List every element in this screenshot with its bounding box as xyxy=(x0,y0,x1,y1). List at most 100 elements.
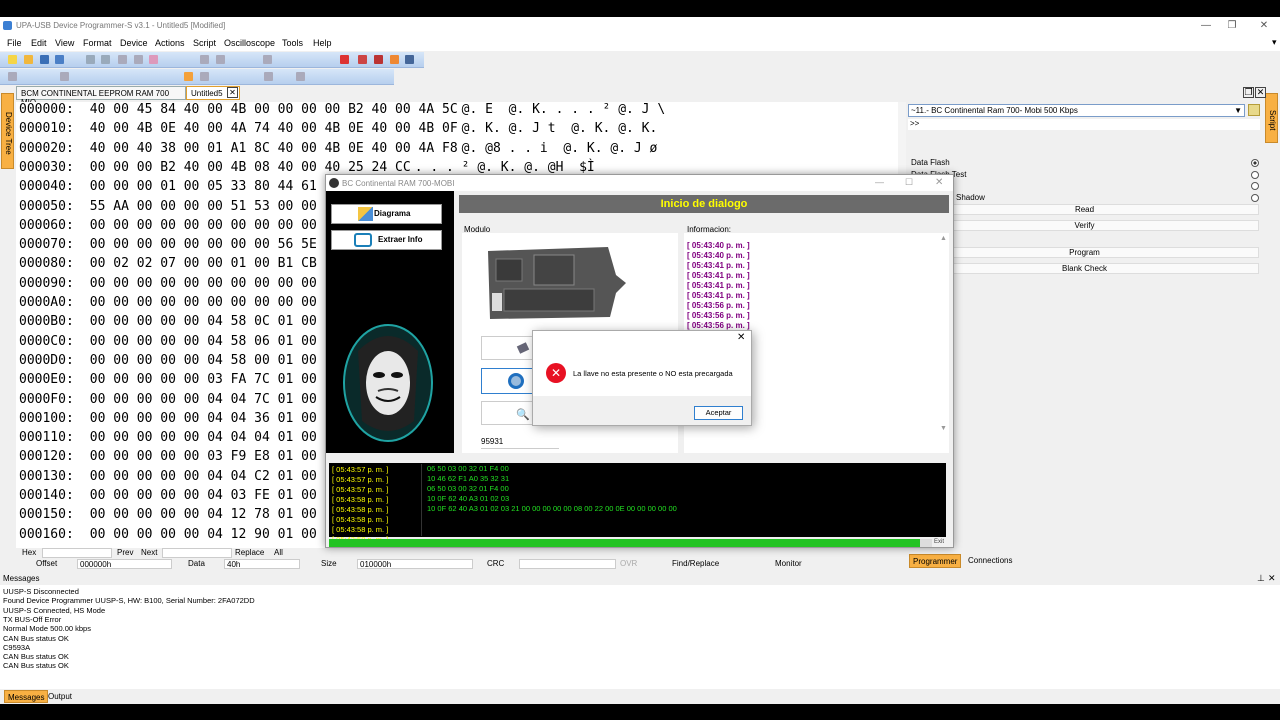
blank-check-button[interactable]: Blank Check xyxy=(910,263,1259,274)
hex-bytes[interactable]: 00 00 00 01 00 05 33 80 44 61 4 xyxy=(90,179,333,194)
cut-icon[interactable] xyxy=(134,55,143,64)
stop-icon[interactable] xyxy=(264,72,273,81)
find-next-icon[interactable] xyxy=(216,55,225,64)
find-next-button[interactable]: Next xyxy=(141,548,157,557)
messages-close-icon[interactable]: ✕ xyxy=(1268,573,1276,584)
hex-bytes[interactable]: 00 00 00 00 00 04 58 0C 01 00 0 xyxy=(90,314,333,329)
hex-bytes[interactable]: 00 02 02 07 00 00 01 00 B1 CB 0 xyxy=(90,256,333,271)
open-icon[interactable] xyxy=(24,55,33,64)
minimize-icon[interactable]: — xyxy=(1199,20,1213,31)
find-icon[interactable] xyxy=(200,55,209,64)
menu-file[interactable]: File xyxy=(7,38,22,48)
hex-bytes[interactable]: 00 00 00 00 00 04 04 C2 01 00 0 xyxy=(90,469,333,484)
hex-row[interactable]: 000150: 00 00 00 00 00 04 12 78 01 00 0 xyxy=(19,507,336,526)
monitor-icon[interactable] xyxy=(405,55,414,64)
tab-output[interactable]: Output xyxy=(48,692,72,701)
alert-close-icon[interactable]: ✕ xyxy=(737,332,745,343)
hex-bytes[interactable]: 00 00 00 B2 40 00 4B 08 40 00 40 25 24 C… xyxy=(90,160,411,175)
memory-option-radio[interactable] xyxy=(1251,170,1259,179)
hex-row[interactable]: 000130: 00 00 00 00 00 04 04 C2 01 00 0 xyxy=(19,469,336,488)
memory-option-radio[interactable] xyxy=(1251,193,1259,202)
hex-row[interactable]: 000070: 00 00 00 00 00 00 00 00 56 5E 3 xyxy=(19,237,336,256)
close-icon[interactable]: ✕ xyxy=(1257,20,1271,31)
read-button[interactable]: Read xyxy=(910,204,1259,215)
hex-bytes[interactable]: 00 00 00 00 00 04 04 04 01 00 0 xyxy=(90,430,333,445)
hex-bytes[interactable]: 00 00 00 00 00 04 58 00 01 00 0 xyxy=(90,353,333,368)
hex-bytes[interactable]: 00 00 00 00 00 04 58 06 01 00 0 xyxy=(90,334,333,349)
hex-bytes[interactable]: 00 00 00 00 00 04 12 78 01 00 0 xyxy=(90,507,333,522)
new-icon[interactable] xyxy=(8,55,17,64)
hex-row[interactable]: 000090: 00 00 00 00 00 00 00 00 00 00 0 xyxy=(19,276,336,295)
nav-icon[interactable] xyxy=(60,72,69,81)
menu-view[interactable]: View xyxy=(55,38,74,48)
hex-row[interactable]: 0000A0: 00 00 00 00 00 00 00 00 00 00 0 xyxy=(19,295,336,314)
redo-icon[interactable] xyxy=(101,55,110,64)
hex-row[interactable]: 000050: 55 AA 00 00 00 00 51 53 00 00 0 xyxy=(19,199,336,218)
menu-format[interactable]: Format xyxy=(83,38,112,48)
hex-row[interactable]: 000020: 40 00 40 38 00 01 A1 8C 40 00 4B … xyxy=(19,141,657,160)
aceptar-button[interactable]: Aceptar xyxy=(694,406,743,420)
hex-bytes[interactable]: 00 00 00 00 00 00 00 00 00 00 0 xyxy=(90,295,333,310)
hex-bytes[interactable]: 40 00 4B 0E 40 00 4A 74 40 00 4B 0E 40 0… xyxy=(90,121,458,136)
hex-ascii[interactable]: @. E @. K. . . . ² @. J \ xyxy=(462,102,666,117)
menu-script[interactable]: Script xyxy=(193,38,216,48)
menu-help[interactable]: Help xyxy=(313,38,332,48)
hex-row[interactable]: 0000D0: 00 00 00 00 00 04 58 00 01 00 0 xyxy=(19,353,336,372)
dialog-minimize-icon[interactable]: — xyxy=(875,177,884,187)
save-all-icon[interactable] xyxy=(55,55,64,64)
device-select[interactable]: ~11.- BC Continental Ram 700- Mobi 500 K… xyxy=(908,104,1245,117)
hex-ascii[interactable]: . . . ² @. K. @. @H $Ì xyxy=(415,160,595,175)
hex-row[interactable]: 000120: 00 00 00 00 00 03 F9 E8 01 00 0 xyxy=(19,449,336,468)
hex-row[interactable]: 000000: 40 00 45 84 40 00 4B 00 00 00 00 … xyxy=(19,102,665,121)
memory-option-radio[interactable] xyxy=(1251,159,1259,167)
menu-oscilloscope[interactable]: Oscilloscope xyxy=(224,38,275,48)
tab-bcm-continental[interactable]: BCM CONTINENTAL EEPROM RAM 700 MIO xyxy=(16,86,186,107)
bookmark-icon[interactable] xyxy=(263,55,272,64)
program-button[interactable]: Program xyxy=(910,247,1259,258)
device-icon[interactable] xyxy=(340,55,349,64)
hex-row[interactable]: 0000C0: 00 00 00 00 00 04 58 06 01 00 0 xyxy=(19,334,336,353)
script-icon[interactable] xyxy=(390,55,399,64)
dialog-maximize-icon[interactable]: ☐ xyxy=(905,177,913,188)
verify-button[interactable]: Verify xyxy=(910,220,1259,231)
panel-close-icon[interactable]: ✕ xyxy=(1255,87,1266,98)
tab-connections[interactable]: Connections xyxy=(968,556,1012,565)
script-prompt[interactable]: >> xyxy=(908,119,1260,130)
device-browse-icon[interactable] xyxy=(1248,104,1260,116)
replace-button[interactable]: Replace xyxy=(235,548,264,557)
hex-ascii[interactable]: @. K. @. J t @. K. @. K. xyxy=(462,121,658,136)
chevron-down-icon[interactable]: ▼ xyxy=(1234,105,1242,117)
hex-row[interactable]: 0000B0: 00 00 00 00 00 04 58 0C 01 00 0 xyxy=(19,314,336,333)
menu-edit[interactable]: Edit xyxy=(31,38,47,48)
chip-icon[interactable] xyxy=(358,55,367,64)
tab-messages[interactable]: Messages xyxy=(4,690,49,703)
code-field[interactable]: 95931 xyxy=(481,437,559,449)
diagrama-button[interactable]: Diagrama xyxy=(331,204,442,224)
zoom-icon[interactable] xyxy=(200,72,209,81)
grid-icon[interactable] xyxy=(296,72,305,81)
extraer-info-button[interactable]: Extraer Info xyxy=(331,230,442,250)
pin-icon[interactable]: ▾ xyxy=(1272,37,1277,48)
bug-icon[interactable] xyxy=(374,55,383,64)
info-scroll-up-icon[interactable]: ▲ xyxy=(940,235,947,242)
hex-bytes[interactable]: 40 00 40 38 00 01 A1 8C 40 00 4B 0E 40 0… xyxy=(90,141,458,156)
menu-actions[interactable]: Actions xyxy=(155,38,185,48)
messages-pin-icon[interactable]: ⊥ xyxy=(1257,573,1265,584)
hex-row[interactable]: 0000E0: 00 00 00 00 00 03 FA 7C 01 00 0 xyxy=(19,372,336,391)
copy-icon[interactable] xyxy=(118,55,127,64)
tab-close-icon[interactable]: ✕ xyxy=(227,87,238,98)
hex-row[interactable]: 000080: 00 02 02 07 00 00 01 00 B1 CB 0 xyxy=(19,256,336,275)
hex-row[interactable]: 0000F0: 00 00 00 00 00 04 04 7C 01 00 0 xyxy=(19,392,336,411)
exit-button[interactable]: Exit xyxy=(934,539,944,545)
hex-row[interactable]: 000040: 00 00 00 01 00 05 33 80 44 61 4 xyxy=(19,179,336,198)
replace-input[interactable] xyxy=(162,548,232,558)
find-input[interactable] xyxy=(42,548,112,558)
hex-bytes[interactable]: 00 00 00 00 00 04 04 36 01 00 0 xyxy=(90,411,333,426)
info-scroll-down-icon[interactable]: ▼ xyxy=(940,425,947,432)
hex-row[interactable]: 000110: 00 00 00 00 00 04 04 04 01 00 0 xyxy=(19,430,336,449)
script-tab[interactable]: Script xyxy=(1265,93,1278,143)
align-left-icon[interactable] xyxy=(8,72,17,81)
tab-programmer[interactable]: Programmer xyxy=(909,554,962,568)
panel-restore-icon[interactable]: ❐ xyxy=(1243,87,1254,98)
hex-bytes[interactable]: 00 00 00 00 00 00 00 00 00 00 0 xyxy=(90,218,333,233)
